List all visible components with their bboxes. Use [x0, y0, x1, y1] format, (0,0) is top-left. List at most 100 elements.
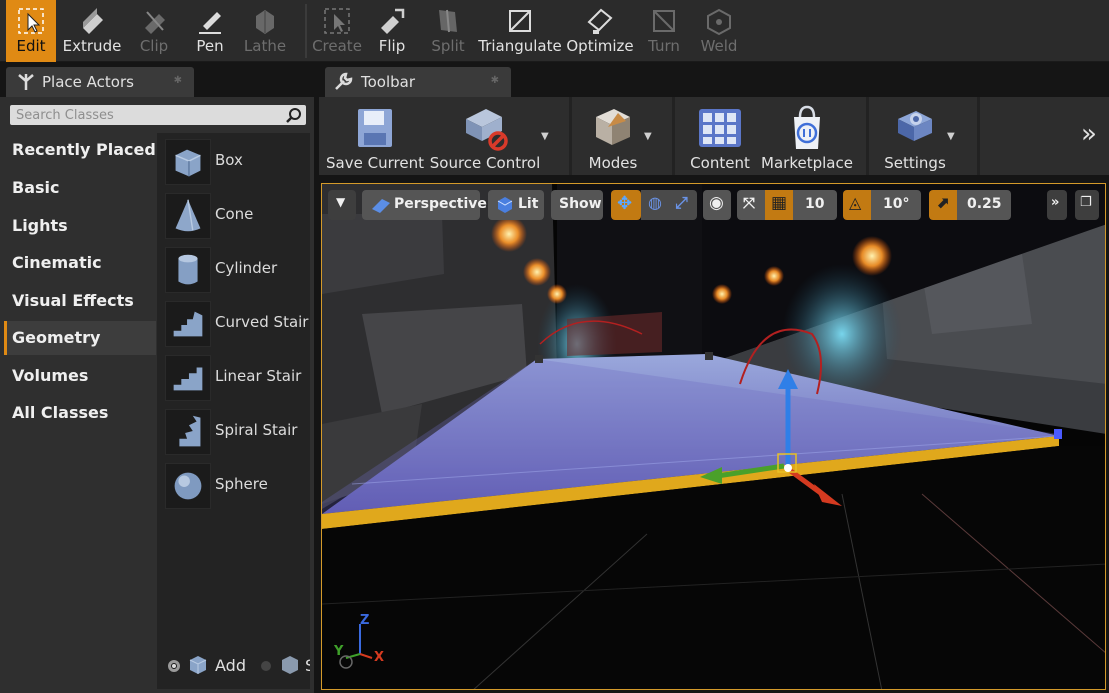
- tab-close-icon[interactable]: ✱: [491, 75, 499, 86]
- source-control-dropdown-caret[interactable]: ▼: [541, 131, 549, 142]
- triangulate-tool-button[interactable]: Triangulate: [478, 0, 562, 62]
- save-current-label: Save Current: [326, 154, 424, 172]
- actor-item-linear-stair[interactable]: Linear Stair: [165, 355, 310, 401]
- weld-icon: [707, 8, 731, 36]
- surface-snap-button[interactable]: ⤧: [737, 190, 765, 220]
- actor-item-cone[interactable]: Cone: [165, 193, 310, 239]
- viewport-options-button[interactable]: ▼: [328, 190, 356, 220]
- edit-tool-button[interactable]: Edit: [6, 0, 56, 62]
- perspective-icon: [372, 199, 390, 213]
- show-flags-button[interactable]: Show: [551, 190, 603, 220]
- geometry-mode-toolbar: Edit Extrude Clip Pen Lathe Create Flip …: [0, 0, 1109, 62]
- actor-item-cylinder[interactable]: Cylinder: [165, 247, 310, 293]
- lighting-mode-button[interactable]: Lit: [488, 190, 544, 220]
- actor-list: Box Cone Cylinder Curved Stair Linear St…: [157, 133, 310, 689]
- box-brush-icon: [165, 139, 211, 185]
- actor-label: Sphere: [215, 475, 268, 493]
- content-button[interactable]: Content: [685, 97, 755, 175]
- actor-label: Box: [215, 151, 243, 169]
- translate-mode-button[interactable]: ✥: [611, 190, 641, 220]
- grid-snap-value: 10: [805, 196, 825, 212]
- modes-icon: [596, 109, 630, 145]
- category-lights[interactable]: Lights: [4, 209, 156, 243]
- toolbar-separator: [672, 97, 675, 175]
- subtract-brush-radio[interactable]: [261, 661, 271, 671]
- flip-tool-button[interactable]: Flip: [372, 0, 412, 62]
- clip-icon: [145, 11, 165, 34]
- clip-tool-button[interactable]: Clip: [132, 0, 176, 62]
- optimize-icon: [587, 8, 613, 34]
- weld-tool-button[interactable]: Weld: [698, 0, 740, 62]
- settings-button[interactable]: Settings: [881, 97, 949, 175]
- curved-stair-icon: [165, 301, 211, 347]
- optimize-tool-button[interactable]: Optimize: [566, 0, 634, 62]
- sphere-brush-icon: [165, 463, 211, 509]
- extrude-tool-button[interactable]: Extrude: [60, 0, 124, 62]
- coordinate-space-button[interactable]: ◉: [703, 190, 731, 220]
- search-classes-input[interactable]: [10, 105, 280, 125]
- category-geometry[interactable]: Geometry: [4, 321, 156, 355]
- category-visual-effects[interactable]: Visual Effects: [4, 284, 156, 318]
- main-toolbar: Save Current Source Control ▼ Modes ▼ Co…: [319, 97, 1109, 175]
- modes-button[interactable]: Modes: [581, 97, 645, 175]
- actor-item-spiral-stair[interactable]: Spiral Stair: [165, 409, 310, 455]
- rotation-snap-toggle[interactable]: ◬: [843, 190, 871, 220]
- category-cinematic[interactable]: Cinematic: [4, 246, 156, 280]
- actor-label: Cylinder: [215, 259, 278, 277]
- actor-item-curved-stair[interactable]: Curved Stair: [165, 301, 310, 347]
- viewport-toolbar-overflow-button[interactable]: »: [1047, 190, 1067, 220]
- flip-tool-label: Flip: [378, 37, 406, 55]
- category-recently-placed[interactable]: Recently Placed: [4, 133, 156, 167]
- pen-tool-button[interactable]: Pen: [188, 0, 232, 62]
- marketplace-button[interactable]: Marketplace: [759, 97, 855, 175]
- viewport-scene: [322, 184, 1105, 689]
- split-tool-button[interactable]: Split: [428, 0, 468, 62]
- turn-tool-button[interactable]: Turn: [644, 0, 684, 62]
- create-tool-button[interactable]: Create: [312, 0, 362, 62]
- tab-place-actors[interactable]: Place Actors ✱: [6, 67, 194, 97]
- actor-label: Linear Stair: [215, 367, 302, 385]
- level-viewport[interactable]: ▼ Perspective Lit Show ✥ ◍ ⤢ ◉ ⤧ ▦ 10 ◬ …: [321, 183, 1106, 690]
- globe-icon: ◉: [709, 193, 724, 213]
- linear-stair-icon: [165, 355, 211, 401]
- grid-snap-toggle[interactable]: ▦: [765, 190, 793, 220]
- scale-snap-toggle[interactable]: ⬈: [929, 190, 957, 220]
- axis-z-label: Z: [360, 613, 370, 628]
- extrude-icon: [83, 8, 103, 34]
- lathe-tool-button[interactable]: Lathe: [240, 0, 290, 62]
- angle-icon: ◬: [849, 193, 862, 212]
- add-brush-icon: [189, 656, 207, 674]
- tab-close-icon[interactable]: ✱: [174, 75, 182, 86]
- axis-x-label: X: [374, 650, 385, 665]
- actor-item-box[interactable]: Box: [165, 139, 310, 185]
- rotation-snap-value-dropdown[interactable]: 10°: [871, 190, 921, 220]
- weld-tool-label: Weld: [700, 37, 738, 55]
- save-current-button[interactable]: Save Current: [326, 97, 424, 175]
- clip-tool-label: Clip: [139, 37, 169, 55]
- category-all-classes[interactable]: All Classes: [4, 396, 156, 430]
- modes-label: Modes: [588, 154, 638, 172]
- category-volumes[interactable]: Volumes: [4, 359, 156, 393]
- search-icon[interactable]: [286, 107, 302, 123]
- scale-snap-value-dropdown[interactable]: 0.25: [957, 190, 1011, 220]
- source-control-label: Source Control: [429, 154, 541, 172]
- settings-dropdown-caret[interactable]: ▼: [947, 131, 955, 142]
- add-brush-radio[interactable]: [168, 660, 180, 672]
- toolbar-overflow-chevron-icon[interactable]: »: [1081, 119, 1097, 149]
- place-actors-panel: Recently Placed Basic Lights Cinematic V…: [0, 97, 314, 693]
- translate-arrows-icon: ✥: [617, 193, 633, 214]
- show-label: Show: [559, 196, 602, 212]
- view-mode-perspective-button[interactable]: Perspective: [362, 190, 487, 220]
- grid-snap-value-dropdown[interactable]: 10: [793, 190, 837, 220]
- rotate-mode-button[interactable]: ◍: [641, 190, 671, 220]
- tab-toolbar[interactable]: Toolbar ✱: [325, 67, 511, 97]
- maximize-viewport-button[interactable]: ❐: [1075, 190, 1099, 220]
- actor-item-sphere[interactable]: Sphere: [165, 463, 310, 509]
- scale-mode-button[interactable]: ⤢: [671, 190, 697, 220]
- actor-label: Spiral Stair: [215, 421, 298, 439]
- scale-snap-value: 0.25: [967, 196, 1002, 212]
- pen-tool-label: Pen: [196, 37, 224, 55]
- source-control-button[interactable]: Source Control: [429, 97, 541, 175]
- modes-dropdown-caret[interactable]: ▼: [644, 131, 652, 142]
- category-basic[interactable]: Basic: [4, 171, 156, 205]
